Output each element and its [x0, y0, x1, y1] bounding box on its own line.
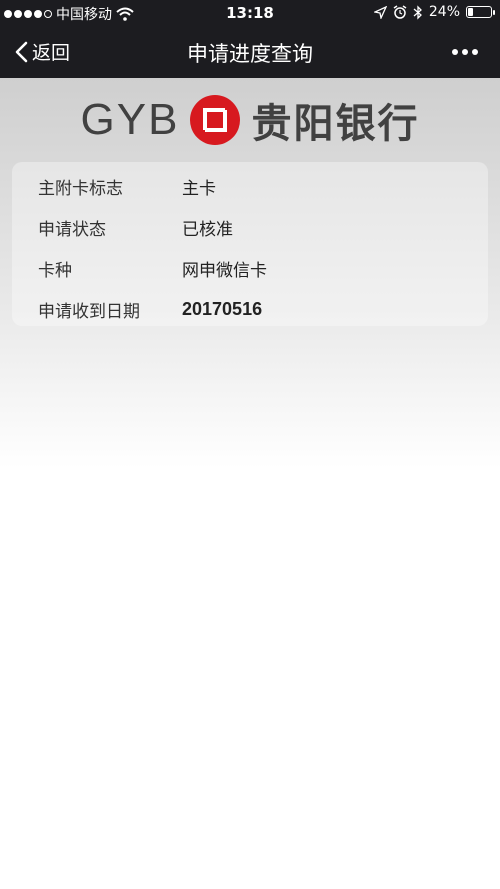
detail-value: 已核准 — [182, 219, 233, 240]
battery-percent: 24% — [428, 4, 460, 20]
status-right: 24% — [373, 4, 495, 20]
logo-latin-text: GYB — [80, 95, 180, 144]
status-bar: 中国移动 13:18 24% — [0, 0, 500, 26]
bank-seal-icon — [190, 95, 241, 145]
alarm-icon — [393, 5, 407, 19]
detail-row: 卡种 网申微信卡 — [12, 248, 488, 288]
detail-label: 申请状态 — [38, 219, 106, 240]
nav-bar: 返回 申请进度查询 — [0, 26, 500, 78]
application-details-card: 主附卡标志 主卡 申请状态 已核准 卡种 网申微信卡 申请收到日期 201705… — [12, 162, 488, 326]
detail-row: 申请收到日期 20170516 — [12, 289, 488, 329]
detail-row: 申请状态 已核准 — [12, 207, 488, 247]
more-menu-button[interactable] — [452, 49, 478, 55]
bluetooth-icon — [413, 4, 422, 20]
detail-value: 主卡 — [182, 178, 216, 199]
more-dots-icon — [452, 49, 458, 55]
page-title: 申请进度查询 — [187, 42, 313, 66]
detail-row: 主附卡标志 主卡 — [12, 166, 488, 206]
detail-label: 申请收到日期 — [38, 301, 140, 322]
logo-bank-name: 贵阳银行 — [251, 101, 420, 147]
detail-value: 网申微信卡 — [182, 260, 267, 281]
location-arrow-icon — [373, 5, 387, 19]
detail-label: 主附卡标志 — [38, 178, 123, 199]
bank-logo: GYB 贵阳银行 — [0, 90, 500, 150]
detail-value: 20170516 — [182, 298, 263, 319]
detail-label: 卡种 — [38, 260, 72, 281]
battery-icon — [466, 6, 495, 18]
page-content: GYB 贵阳银行 主附卡标志 主卡 申请状态 已核准 卡种 网申微信卡 申请收到… — [0, 78, 500, 889]
